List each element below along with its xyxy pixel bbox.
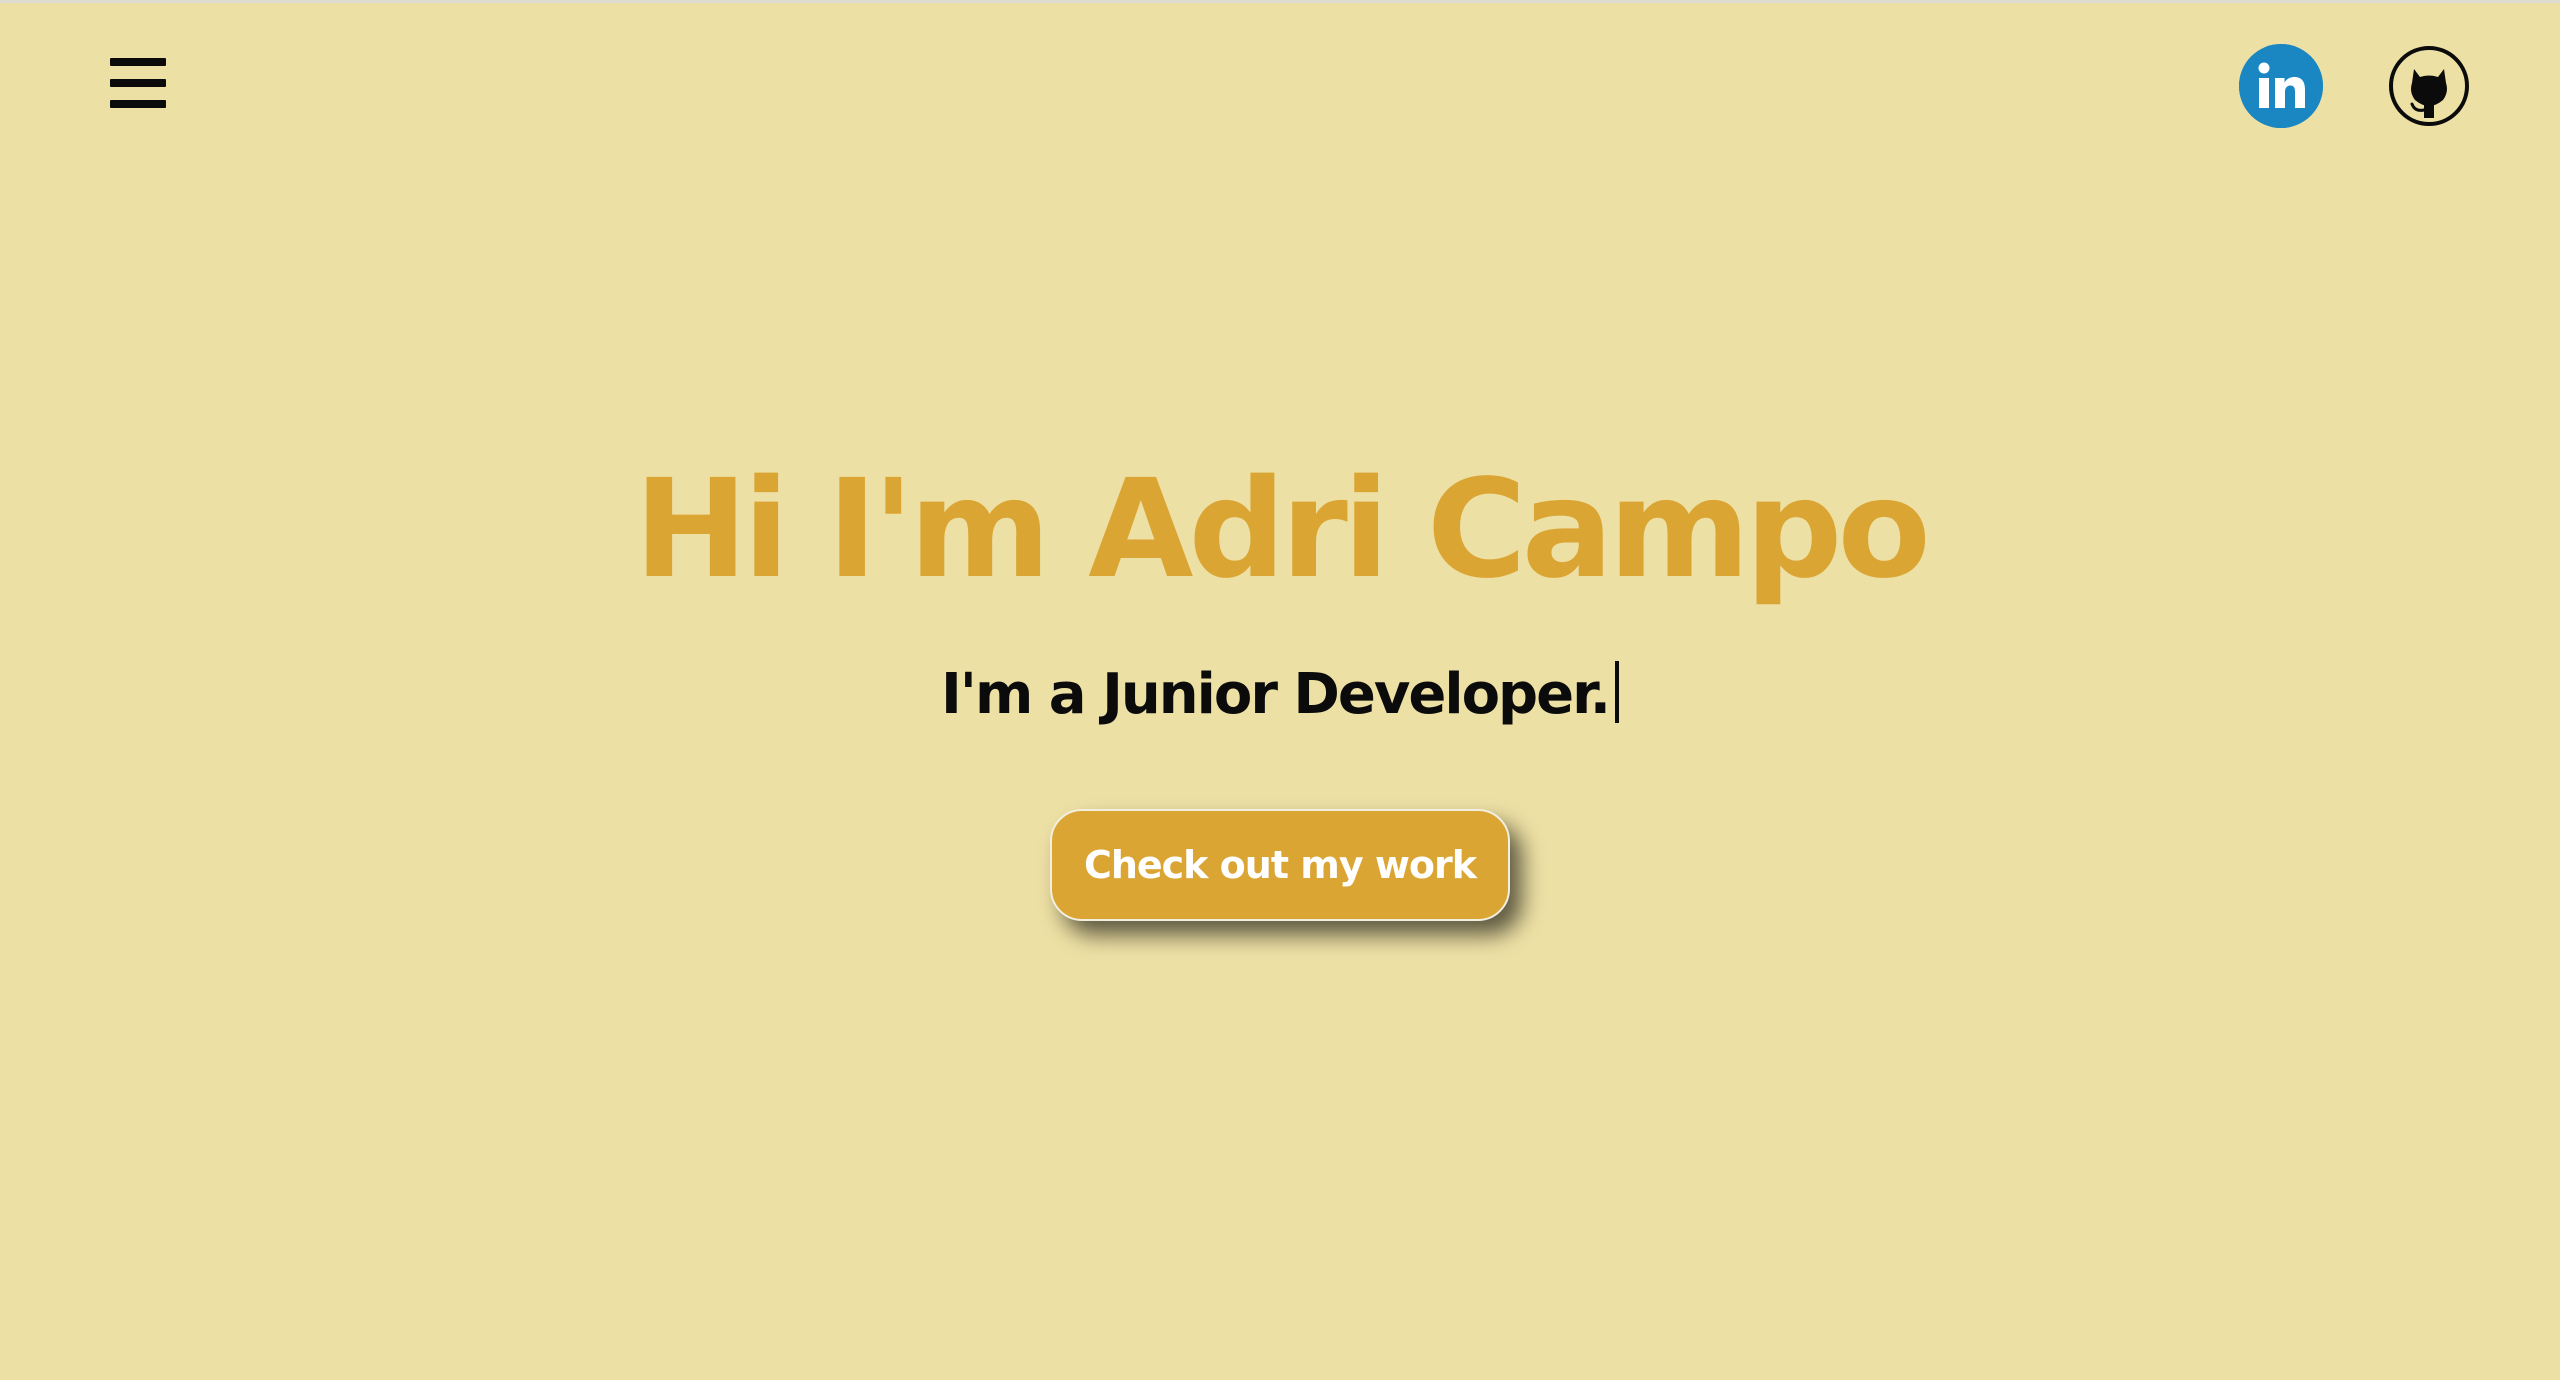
github-logo bbox=[2389, 46, 2469, 126]
browser-top-strip bbox=[0, 0, 2560, 3]
check-out-my-work-button[interactable]: Check out my work bbox=[1050, 809, 1510, 921]
menu-bar bbox=[110, 100, 166, 108]
github-octocat-icon[interactable] bbox=[2387, 44, 2471, 128]
hero-subtitle: I'm a Junior Developer. bbox=[940, 662, 1611, 727]
linkedin-logo bbox=[2239, 44, 2323, 128]
menu-bar bbox=[110, 58, 166, 66]
hamburger-menu-icon[interactable] bbox=[110, 55, 166, 111]
menu-bar bbox=[110, 79, 166, 87]
hero-subtitle-row: I'm a Junior Developer. bbox=[0, 655, 2560, 735]
typing-cursor bbox=[1615, 661, 1620, 723]
hero-title: Hi I'm Adri Campo bbox=[634, 451, 1931, 609]
linkedin-icon[interactable] bbox=[2239, 44, 2323, 128]
